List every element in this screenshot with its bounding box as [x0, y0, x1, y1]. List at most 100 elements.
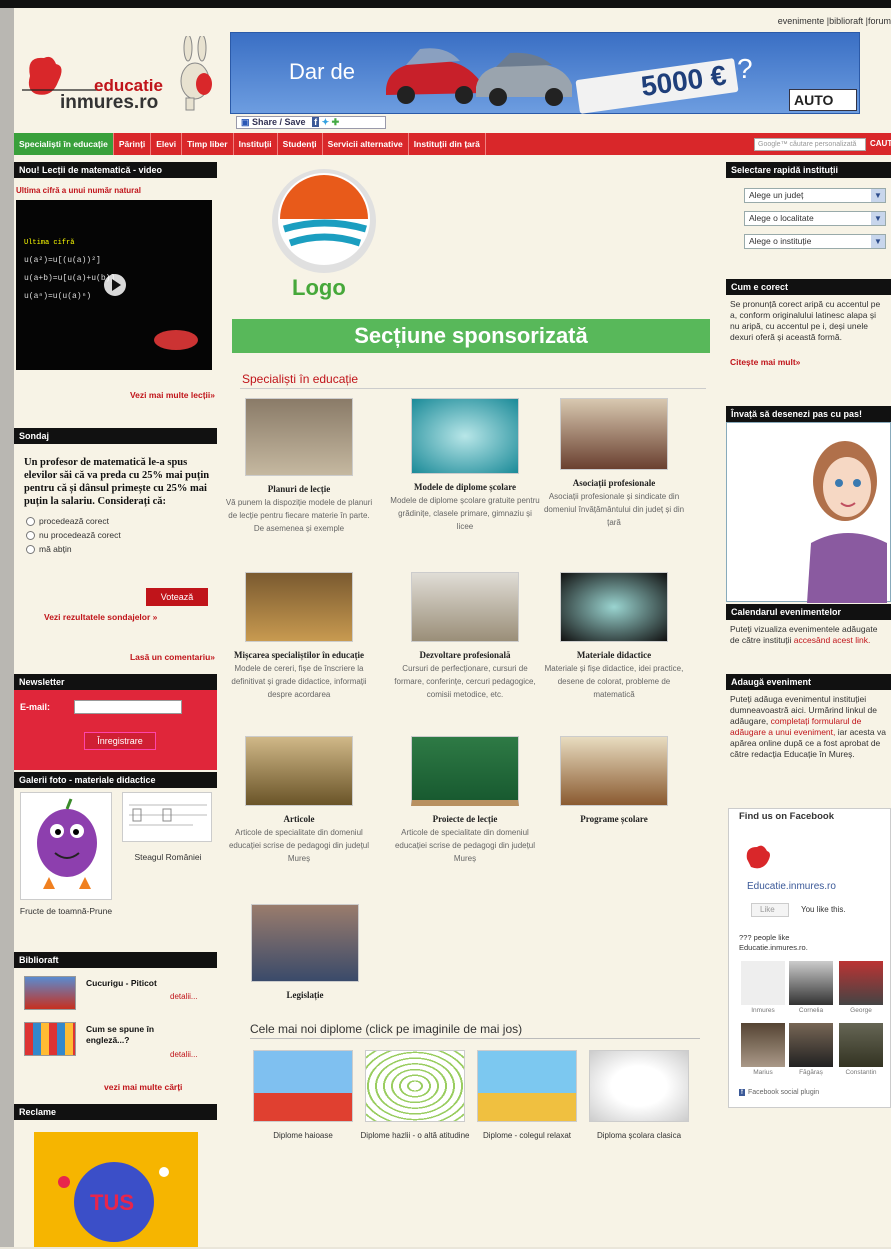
- nav-item-parinti[interactable]: Părinți: [114, 133, 152, 155]
- tile-programe[interactable]: Programe școlare: [539, 736, 689, 824]
- video-title[interactable]: Ultima cifră a unui număr natural: [16, 186, 141, 195]
- tile-diplome[interactable]: Modele de diplome școlare Modele de dipl…: [390, 398, 540, 533]
- diploma-image[interactable]: [365, 1050, 465, 1122]
- diploma-image[interactable]: [589, 1050, 689, 1122]
- tile-image[interactable]: [560, 736, 668, 806]
- fb-avatar[interactable]: [839, 1023, 883, 1067]
- institution-select[interactable]: Alege o instituție ▼: [744, 234, 886, 249]
- tile-image[interactable]: [560, 572, 668, 642]
- tile-title[interactable]: Materiale didactice: [539, 650, 689, 660]
- radio-icon[interactable]: [26, 517, 35, 527]
- chevron-down-icon[interactable]: ▼: [871, 235, 885, 248]
- fb-avatar[interactable]: [789, 1023, 833, 1067]
- diploma-image[interactable]: [477, 1050, 577, 1122]
- tile-image[interactable]: [245, 572, 353, 642]
- gallery-plum-image[interactable]: [20, 792, 112, 900]
- radio-icon[interactable]: [26, 545, 35, 555]
- diploma-caption[interactable]: Diplome hazlii - o altă atitudine: [360, 1130, 470, 1141]
- tile-image[interactable]: [560, 398, 668, 470]
- tile-image[interactable]: [411, 572, 519, 642]
- tile-image[interactable]: [411, 736, 519, 806]
- calendar-link[interactable]: accesând acest link.: [794, 635, 871, 645]
- tile-proiecte[interactable]: Proiecte de lecție Articole de specialit…: [390, 736, 540, 865]
- tile-title[interactable]: Proiecte de lecție: [390, 814, 540, 824]
- search-button[interactable]: CAUTA: [870, 137, 891, 151]
- video-more-link[interactable]: Vezi mai multe lecții»: [130, 390, 215, 400]
- fb-avatar[interactable]: [839, 961, 883, 1005]
- diploma-haioase[interactable]: Diplome haioase: [248, 1050, 358, 1141]
- email-field[interactable]: [74, 700, 182, 714]
- sponsor-logo[interactable]: [270, 169, 378, 277]
- share-save-button[interactable]: ▣ Share / Save f ✦ ✚: [236, 116, 386, 129]
- locality-select[interactable]: Alege o localitate ▼: [744, 211, 886, 226]
- fb-plugin-text[interactable]: Facebook social plugin: [748, 1089, 819, 1096]
- nav-item-institutii-tara[interactable]: Instituții din țară: [409, 133, 486, 155]
- chevron-down-icon[interactable]: ▼: [871, 212, 885, 225]
- book-title-1[interactable]: Cucurigu - Piticot: [86, 978, 157, 988]
- fb-page-logo[interactable]: [743, 841, 773, 871]
- nav-item-studenti[interactable]: Studenți: [278, 133, 323, 155]
- nav-item-servicii[interactable]: Servicii alternative: [323, 133, 409, 155]
- fb-page-name[interactable]: Educatie.inmures.ro: [747, 881, 836, 892]
- chevron-down-icon[interactable]: ▼: [871, 189, 885, 202]
- register-button[interactable]: Înregistrare: [84, 732, 156, 750]
- tile-miscarea[interactable]: Mișcarea specialiștilor în educație Mode…: [224, 572, 374, 701]
- gallery-caption-2[interactable]: Steagul României: [122, 852, 214, 862]
- tile-title[interactable]: Articole: [224, 814, 374, 824]
- diploma-caption[interactable]: Diplome haioase: [248, 1130, 358, 1141]
- tile-title[interactable]: Dezvoltare profesională: [390, 650, 540, 660]
- tile-title[interactable]: Asociații profesionale: [539, 478, 689, 488]
- diploma-hazlii[interactable]: Diplome hazlii - o altă atitudine: [360, 1050, 470, 1141]
- tile-title[interactable]: Programe școlare: [539, 814, 689, 824]
- diploma-colegul[interactable]: Diplome - colegul relaxat: [472, 1050, 582, 1141]
- fb-person-name[interactable]: Constantin: [839, 1069, 883, 1076]
- tile-image[interactable]: [411, 398, 519, 474]
- video-player[interactable]: Ultima cifră u(a²)=u[(u(a))²] u(a+b)=u[u…: [16, 200, 212, 370]
- book-cover-2[interactable]: [24, 1022, 76, 1056]
- nav-item-elevi[interactable]: Elevi: [151, 133, 183, 155]
- top-links[interactable]: evenimente |biblioraft |forum: [778, 16, 891, 26]
- fb-person-name[interactable]: Făgăraș: [789, 1069, 833, 1076]
- correct-more-link[interactable]: Citește mai mult»: [726, 357, 891, 367]
- tile-asociatii[interactable]: Asociații profesionale Asociații profesi…: [539, 398, 689, 529]
- vote-button[interactable]: Votează: [146, 588, 208, 606]
- ad-banner[interactable]: Dar de 5000 € ? AUTO: [230, 32, 860, 114]
- tile-planuri[interactable]: Planuri de lecție Vă punem la dispoziție…: [224, 398, 374, 535]
- tile-title[interactable]: Legislație: [230, 990, 380, 1000]
- site-logo[interactable]: educatie inmures.ro: [22, 36, 222, 116]
- play-icon[interactable]: [104, 274, 126, 296]
- book-detail-2[interactable]: detalii...: [170, 1050, 198, 1059]
- book-detail-1[interactable]: detalii...: [170, 992, 198, 1001]
- ad-image[interactable]: TUS: [34, 1132, 198, 1247]
- nav-item-institutii[interactable]: Instituții: [234, 133, 278, 155]
- diploma-clasica[interactable]: Diploma școlara clasica: [584, 1050, 694, 1141]
- tile-image[interactable]: [245, 398, 353, 476]
- diploma-caption[interactable]: Diplome - colegul relaxat: [472, 1130, 582, 1141]
- nav-item-timp-liber[interactable]: Timp liber: [182, 133, 234, 155]
- fb-avatar[interactable]: [741, 961, 785, 1005]
- tile-dezvoltare[interactable]: Dezvoltare profesională Cursuri de perfe…: [390, 572, 540, 701]
- fb-like-button[interactable]: Like: [751, 903, 789, 917]
- tile-title[interactable]: Mișcarea specialiștilor în educație: [224, 650, 374, 660]
- tile-materiale[interactable]: Materiale didactice Materiale și fișe di…: [539, 572, 689, 701]
- radio-icon[interactable]: [26, 531, 35, 541]
- poll-option-2[interactable]: nu procedează corect: [26, 528, 217, 542]
- diploma-image[interactable]: [253, 1050, 353, 1122]
- county-select[interactable]: Alege un județ ▼: [744, 188, 886, 203]
- fb-person-name[interactable]: George: [839, 1007, 883, 1014]
- book-title-2[interactable]: Cum se spune în engleză...?: [86, 1024, 186, 1046]
- fb-person-name[interactable]: Cornelia: [789, 1007, 833, 1014]
- poll-option-1[interactable]: procedează corect: [26, 514, 217, 528]
- gallery-flag-image[interactable]: [122, 792, 212, 842]
- comment-link[interactable]: Lasă un comentariu»: [130, 652, 215, 662]
- nav-item-specialisti[interactable]: Specialiști în educație: [14, 133, 114, 155]
- fb-avatar[interactable]: [741, 1023, 785, 1067]
- book-cover-1[interactable]: [24, 976, 76, 1010]
- fb-person-name[interactable]: Marius: [741, 1069, 785, 1076]
- tile-image[interactable]: [245, 736, 353, 806]
- tile-articole[interactable]: Articole Articole de specialitate din do…: [224, 736, 374, 865]
- poll-option-3[interactable]: mă abțin: [26, 542, 217, 556]
- more-books-link[interactable]: vezi mai multe cărți: [104, 1082, 182, 1092]
- tile-title[interactable]: Planuri de lecție: [224, 484, 374, 494]
- fb-person-name[interactable]: Inmures: [741, 1007, 785, 1014]
